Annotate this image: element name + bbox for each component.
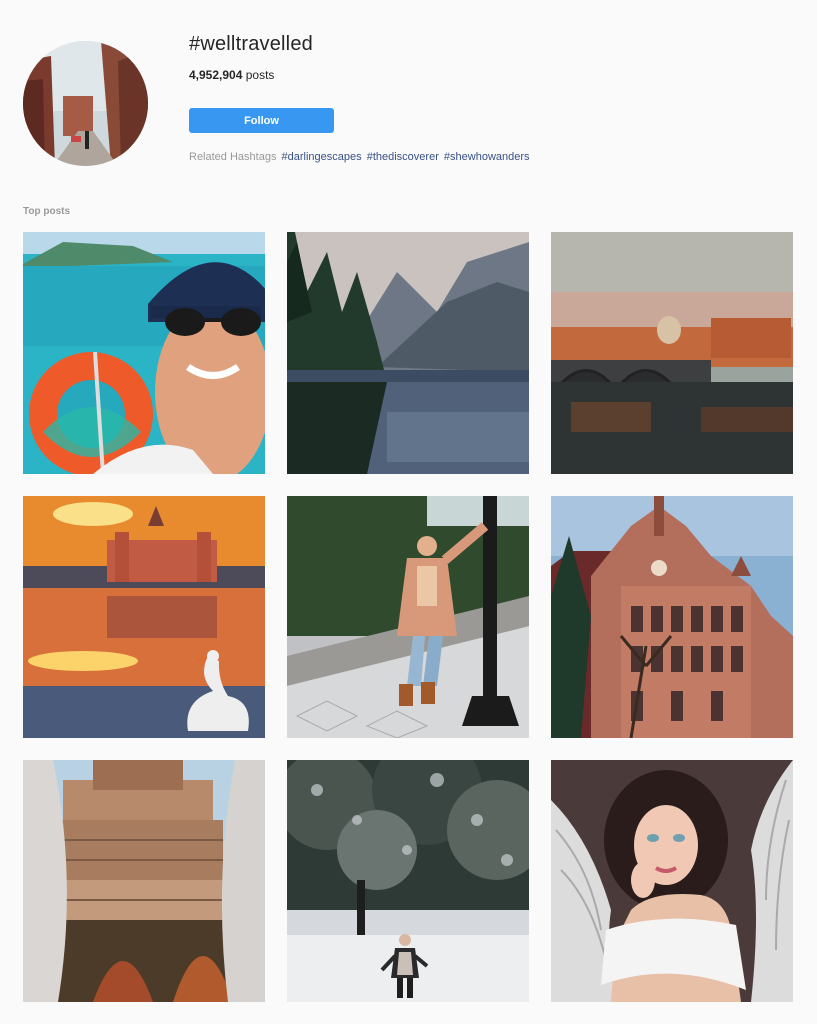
post-tile-6[interactable]: [551, 496, 793, 738]
related-tag-shewhowanders[interactable]: #shewhowanders: [444, 151, 530, 163]
post-tile-8[interactable]: [287, 760, 529, 1002]
hashtag-avatar: [23, 41, 148, 166]
post-image-selfie-boat: [23, 232, 265, 474]
post-image-bridge-dusk: [551, 232, 793, 474]
post-tile-9[interactable]: [551, 760, 793, 1002]
post-count-number: 4,952,904: [189, 68, 243, 82]
related-hashtags: Related Hashtags #darlingescapes #thedis…: [189, 151, 530, 163]
follow-button[interactable]: Follow: [189, 108, 334, 133]
post-tile-7[interactable]: [23, 760, 265, 1002]
post-image-town-hall: [551, 496, 793, 738]
related-tag-thediscoverer[interactable]: #thediscoverer: [367, 151, 439, 163]
post-image-woman-lamppost: [287, 496, 529, 738]
post-tile-2[interactable]: [287, 232, 529, 474]
post-image-mountain-lake: [287, 232, 529, 474]
post-count: 4,952,904 posts: [189, 68, 274, 82]
related-tag-darlingescapes[interactable]: #darlingescapes: [282, 151, 362, 163]
top-posts-heading: Top posts: [23, 206, 71, 217]
post-tile-4[interactable]: [23, 496, 265, 738]
post-image-round-castle: [23, 760, 265, 1002]
post-tile-5[interactable]: [287, 496, 529, 738]
post-image-palace-swan: [23, 496, 265, 738]
post-tile-1[interactable]: [23, 232, 265, 474]
top-posts-grid: [23, 232, 793, 1002]
post-tile-3[interactable]: [551, 232, 793, 474]
post-image-snowy-forest: [287, 760, 529, 1002]
hashtag-title: #welltravelled: [189, 33, 313, 55]
related-hashtags-label: Related Hashtags: [189, 151, 277, 163]
post-image-angel-wings: [551, 760, 793, 1002]
post-count-label: posts: [245, 68, 275, 82]
